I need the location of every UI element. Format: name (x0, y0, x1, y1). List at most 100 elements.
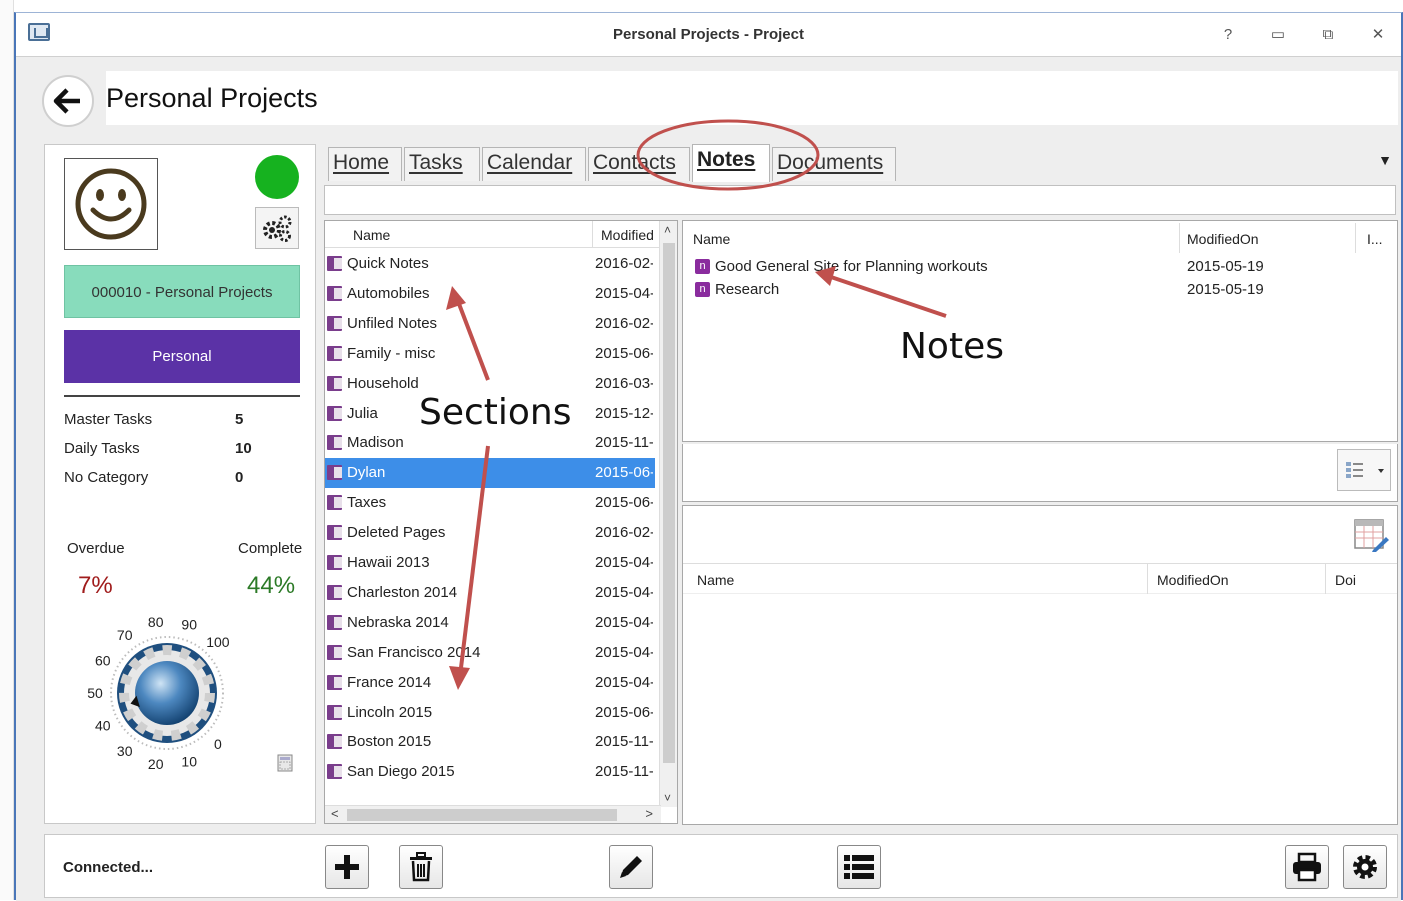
calculator-icon[interactable] (277, 754, 293, 772)
sections-vertical-scrollbar[interactable]: ˄ ˅ (659, 221, 677, 807)
column-header-name[interactable]: Name (693, 231, 730, 247)
section-modified: 2015-04- (595, 643, 653, 661)
gear-icon (1353, 855, 1377, 879)
scroll-right-icon[interactable]: > (645, 806, 653, 821)
scroll-up-icon[interactable]: ˄ (664, 223, 671, 237)
section-row[interactable]: Deleted Pages 2016-02- (325, 518, 655, 548)
scroll-thumb[interactable] (347, 809, 617, 821)
section-row[interactable]: Family - misc 2015-06- (325, 339, 655, 369)
section-row[interactable]: Hawaii 2013 2015-04- (325, 548, 655, 578)
scroll-left-icon[interactable]: < (331, 806, 339, 821)
tab-documents[interactable]: Documents (772, 147, 896, 181)
stat-label: Master Tasks (64, 411, 153, 428)
column-separator[interactable] (592, 221, 593, 247)
section-row[interactable]: Unfiled Notes 2016-02- (325, 309, 655, 339)
close-button[interactable]: ✕ (1364, 23, 1392, 47)
column-header-modified[interactable]: ModifiedOn (1187, 231, 1259, 247)
app-body: Personal Projects 000010 - Personal Proj… (16, 57, 1401, 901)
note-row[interactable]: n Research 2015-05-19 (693, 279, 1383, 301)
printer-icon (1293, 852, 1321, 882)
stat-label: No Category (64, 469, 149, 486)
settings-button[interactable] (1343, 845, 1387, 889)
onenote-section-icon (327, 495, 342, 511)
tab-contacts[interactable]: Contacts (588, 147, 690, 181)
project-category-box[interactable]: Personal (64, 330, 300, 383)
back-arrow-icon (53, 88, 80, 114)
tab-overflow-dropdown-icon[interactable]: ▼ (1378, 152, 1392, 168)
delete-button[interactable] (399, 845, 443, 889)
sections-list: Name Modified Quick Notes 2016-02- Automob… (324, 220, 678, 824)
tab-notes[interactable]: Notes (692, 144, 770, 182)
smiley-icon (75, 168, 147, 240)
bottom-toolbar: Connected... (44, 834, 1398, 898)
column-header-name[interactable]: Name (697, 572, 734, 588)
completion-gauge[interactable]: 0 10 20 30 40 50 60 70 80 90 100 (65, 595, 305, 775)
stat-value: 10 (235, 440, 252, 457)
add-button[interactable] (325, 845, 369, 889)
notes-annotation: Notes (900, 326, 1004, 367)
tab-home[interactable]: Home (328, 147, 402, 181)
section-row[interactable]: Boston 2015 2015-11- (325, 727, 655, 757)
gauge-tick-label: 50 (87, 685, 103, 701)
gauge-tick-label: 30 (117, 743, 133, 759)
status-indicator (255, 155, 299, 199)
column-header-modified[interactable]: Modified (601, 227, 654, 243)
section-name: San Francisco 2014 (347, 643, 481, 661)
project-settings-button[interactable] (255, 207, 299, 249)
print-button[interactable] (1285, 845, 1329, 889)
scroll-down-icon[interactable]: ˅ (664, 791, 671, 805)
section-modified: 2015-04- (595, 284, 653, 302)
section-modified: 2015-04- (595, 613, 653, 631)
section-row[interactable]: San Diego 2015 2015-11- (325, 757, 655, 787)
project-title: Personal Projects (106, 71, 1398, 125)
edit-button[interactable] (609, 845, 653, 889)
section-row[interactable]: Dylan 2015-06- (325, 458, 655, 489)
sections-horizontal-scrollbar[interactable]: < > (325, 805, 661, 823)
section-row[interactable]: Automobiles 2015-04- (325, 279, 655, 309)
gauge-tick-label: 70 (117, 627, 133, 643)
sections-header: Name Modified (325, 221, 665, 248)
project-avatar[interactable] (64, 158, 158, 250)
list-button[interactable] (837, 845, 881, 889)
project-code-box[interactable]: 000010 - Personal Projects (64, 265, 300, 318)
view-mode-button[interactable] (1337, 449, 1391, 491)
restore-button[interactable]: ⧉ (1314, 23, 1342, 47)
stat-master-tasks: Master Tasks 5 (64, 411, 300, 433)
column-separator[interactable] (1179, 223, 1180, 253)
section-row[interactable]: Quick Notes 2016-02- (325, 249, 655, 279)
section-row[interactable]: San Francisco 2014 2015-04- (325, 638, 655, 668)
calendar-edit-icon[interactable] (1353, 516, 1389, 552)
stat-value: 0 (235, 469, 244, 486)
column-separator[interactable] (1147, 564, 1148, 594)
section-name: France 2014 (347, 673, 432, 691)
left-edge-strip (0, 0, 14, 900)
onenote-icon: n (695, 259, 710, 274)
column-header-modified[interactable]: ModifiedOn (1157, 572, 1229, 588)
section-row[interactable]: Nebraska 2014 2015-04- (325, 608, 655, 638)
column-header-extra[interactable]: I... (1367, 231, 1383, 247)
column-header-name[interactable]: Name (353, 227, 390, 243)
gauge-tick-label: 10 (181, 754, 197, 770)
note-row[interactable]: n Good General Site for Planning workout… (693, 256, 1383, 278)
notes-view-strip (682, 444, 1398, 502)
tab-calendar[interactable]: Calendar (482, 147, 586, 181)
section-modified: 2015-06- (595, 344, 653, 362)
section-row[interactable]: Charleston 2014 2015-04- (325, 578, 655, 608)
help-button[interactable]: ? (1214, 23, 1242, 47)
app-window: Personal Projects - Project ? ▭ ⧉ ✕ Pers… (14, 12, 1403, 901)
tab-tasks[interactable]: Tasks (404, 147, 480, 181)
filter-input[interactable] (324, 185, 1396, 215)
column-separator[interactable] (1325, 564, 1326, 594)
minimize-button[interactable]: ▭ (1264, 23, 1292, 47)
section-modified: 2015-11- (595, 434, 653, 452)
back-button[interactable] (42, 75, 94, 127)
section-modified: 2015-04- (595, 673, 653, 691)
onenote-section-icon (327, 375, 342, 391)
column-separator[interactable] (1355, 223, 1356, 253)
section-row[interactable]: France 2014 2015-04- (325, 668, 655, 698)
section-row[interactable]: Lincoln 2015 2015-06- (325, 698, 655, 728)
column-header-extra[interactable]: Doi (1335, 572, 1356, 588)
complete-label: Complete (238, 540, 303, 557)
scroll-thumb[interactable] (663, 243, 675, 763)
section-row[interactable]: Taxes 2015-06- (325, 488, 655, 518)
